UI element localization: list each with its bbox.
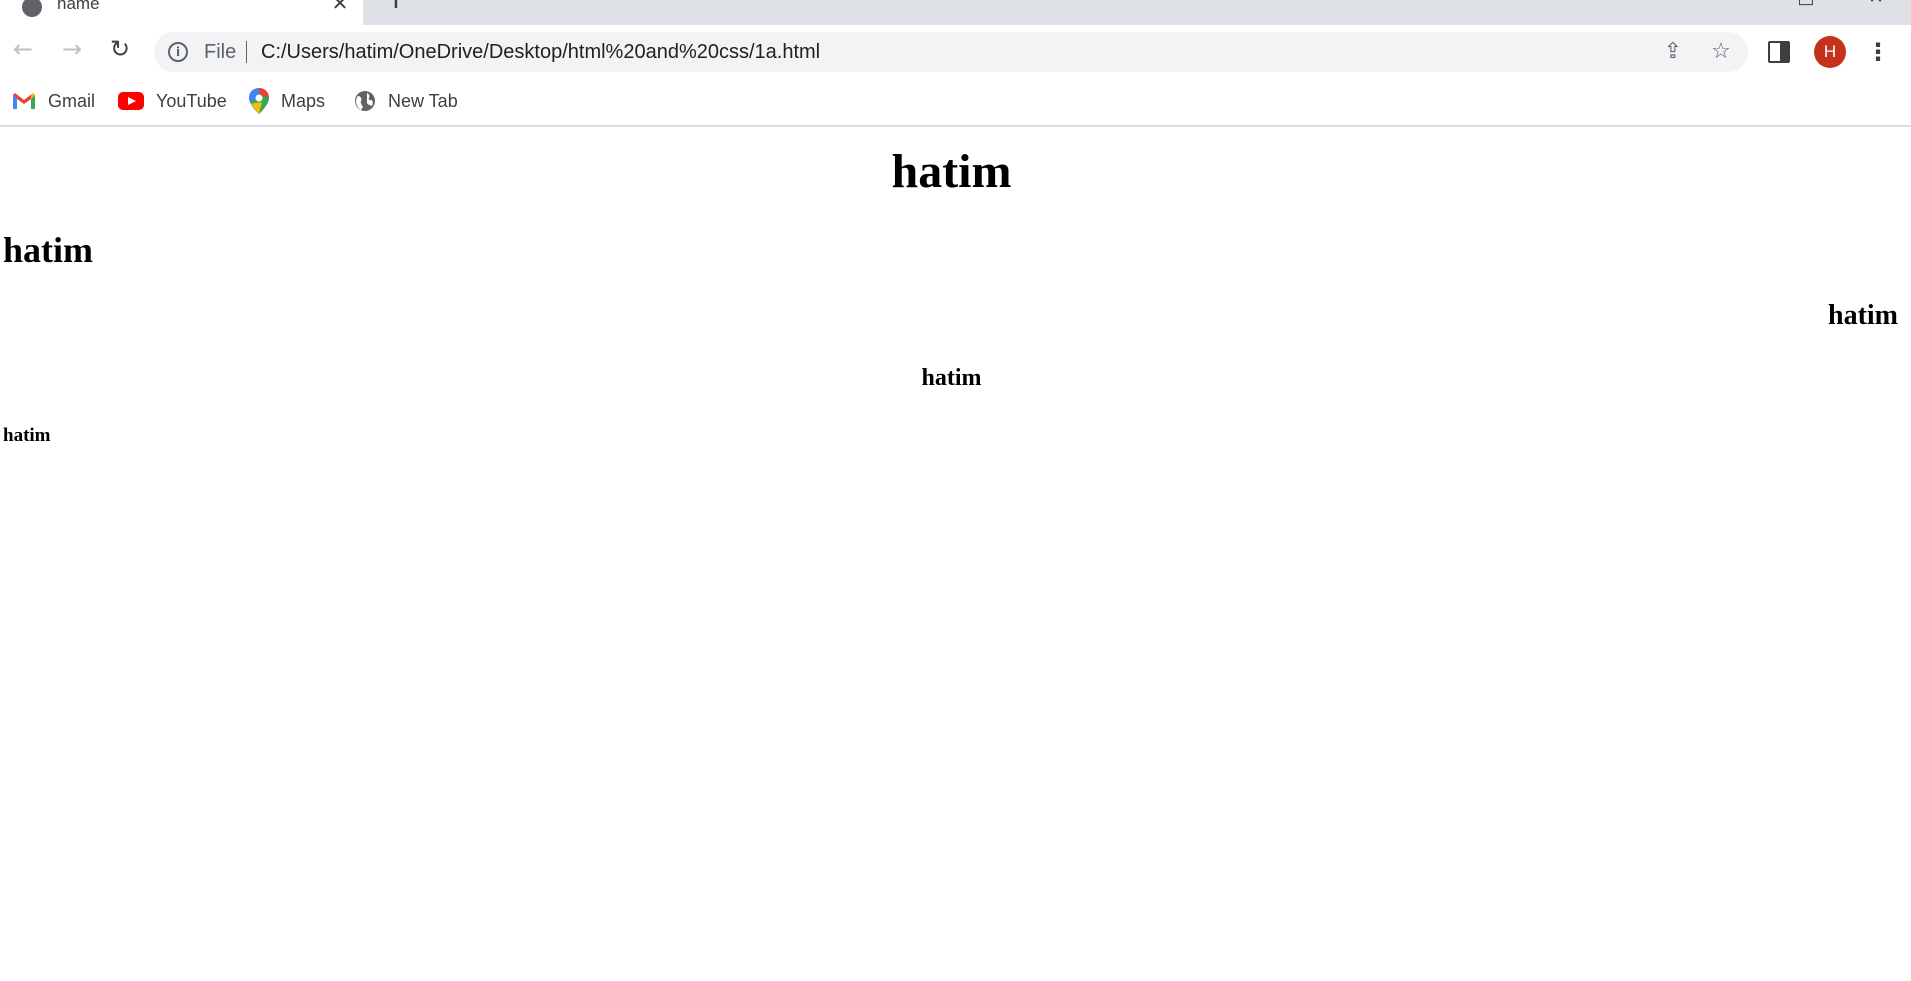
- heading-4: hatim: [921, 365, 982, 391]
- bookmark-youtube[interactable]: YouTube: [118, 89, 227, 113]
- maps-icon: [249, 88, 269, 114]
- url-text[interactable]: C:/Users/hatim/OneDrive/Desktop/html%20a…: [261, 41, 820, 64]
- heading-3: hatim: [1828, 300, 1898, 331]
- page-content: hatim hatim hatim hatim hatim: [0, 128, 1911, 981]
- bookmark-new-tab[interactable]: New Tab: [354, 89, 458, 113]
- address-bar[interactable]: i File C:/Users/hatim/OneDrive/Desktop/h…: [154, 32, 1748, 72]
- close-window-icon[interactable]: ✕: [1866, 0, 1886, 8]
- bookmark-label: YouTube: [156, 90, 227, 111]
- site-info-icon[interactable]: i: [168, 42, 188, 62]
- share-icon[interactable]: ⇪: [1660, 39, 1686, 65]
- close-tab-icon[interactable]: ✕: [329, 0, 351, 14]
- tab-strip: name ✕ + □ ✕: [0, 0, 1911, 25]
- bookmark-label: Maps: [281, 90, 326, 111]
- youtube-icon: [118, 92, 144, 110]
- heading-2: hatim: [3, 230, 93, 270]
- bookmark-gmail[interactable]: Gmail: [12, 89, 95, 113]
- globe-icon: [355, 91, 375, 111]
- heading-5: hatim: [3, 425, 51, 446]
- new-tab-button[interactable]: +: [383, 0, 409, 14]
- forward-icon[interactable]: →: [57, 34, 87, 64]
- back-icon[interactable]: ←: [8, 34, 38, 64]
- more-menu-icon[interactable]: ⋮: [1866, 36, 1890, 68]
- side-panel-icon[interactable]: [1768, 41, 1790, 63]
- restore-window-icon[interactable]: □: [1796, 0, 1816, 8]
- bookmark-maps[interactable]: Maps: [249, 88, 326, 114]
- heading-1: hatim: [891, 145, 1012, 198]
- avatar[interactable]: H: [1814, 36, 1846, 68]
- globe-icon: [22, 0, 42, 17]
- tab-title: name: [57, 0, 100, 13]
- bookmark-label: New Tab: [388, 90, 458, 111]
- bookmark-star-icon[interactable]: ☆: [1708, 39, 1734, 65]
- browser-tab[interactable]: name ✕: [0, 0, 363, 25]
- gmail-icon: [13, 93, 35, 109]
- bookmark-label: Gmail: [48, 90, 96, 111]
- scheme-label: File: [204, 41, 237, 63]
- browser-toolbar: ← → ↻ i File C:/Users/hatim/OneDrive/Des…: [0, 25, 1911, 79]
- reload-icon[interactable]: ↻: [105, 34, 135, 64]
- bookmarks-bar: Gmail YouTube Maps New Tab: [0, 79, 1911, 127]
- omnibox-divider: [246, 41, 247, 63]
